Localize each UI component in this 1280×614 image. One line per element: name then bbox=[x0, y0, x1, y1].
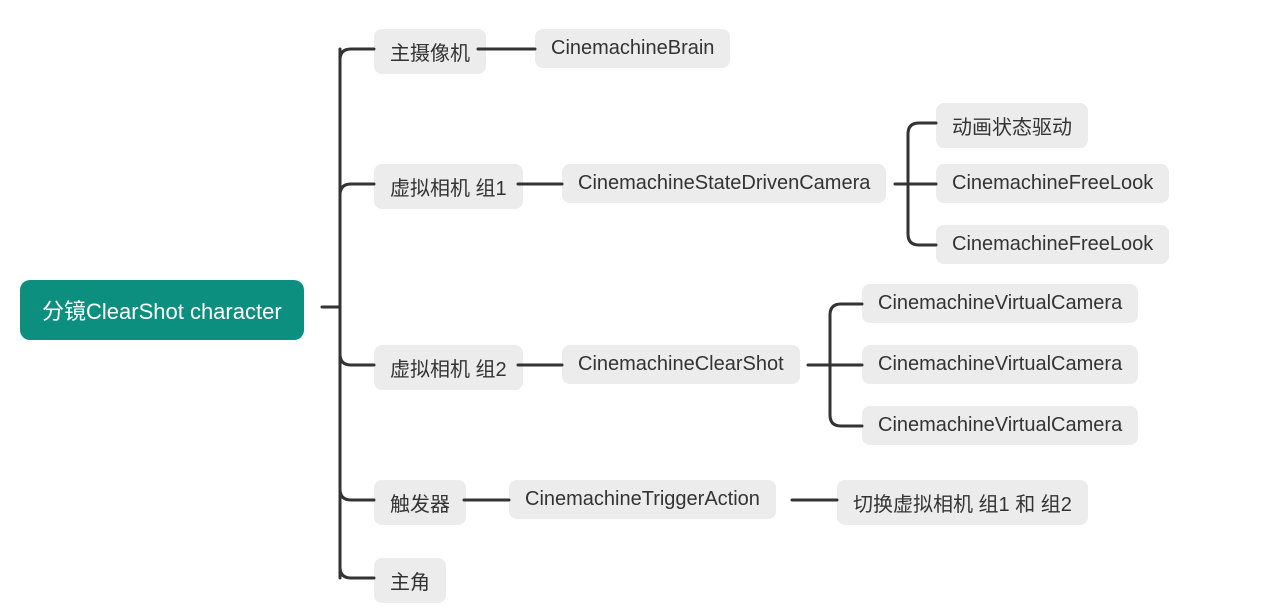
node-virtual-camera-1[interactable]: CinemachineVirtualCamera bbox=[862, 284, 1138, 323]
node-trigger-action[interactable]: CinemachineTriggerAction bbox=[509, 480, 776, 519]
node-cinemachine-brain[interactable]: CinemachineBrain bbox=[535, 29, 730, 68]
node-trigger[interactable]: 触发器 bbox=[374, 480, 466, 525]
node-freelook-1[interactable]: CinemachineFreeLook bbox=[936, 164, 1169, 203]
node-clearshot[interactable]: CinemachineClearShot bbox=[562, 345, 800, 384]
node-virtual-camera-3[interactable]: CinemachineVirtualCamera bbox=[862, 406, 1138, 445]
node-protagonist[interactable]: 主角 bbox=[374, 558, 446, 603]
node-virtual-group1[interactable]: 虚拟相机 组1 bbox=[374, 164, 523, 209]
node-state-driven-camera[interactable]: CinemachineStateDrivenCamera bbox=[562, 164, 886, 203]
root-node[interactable]: 分镜ClearShot character bbox=[20, 280, 304, 340]
node-virtual-camera-2[interactable]: CinemachineVirtualCamera bbox=[862, 345, 1138, 384]
node-main-camera[interactable]: 主摄像机 bbox=[374, 29, 486, 74]
node-anim-state[interactable]: 动画状态驱动 bbox=[936, 103, 1088, 148]
node-freelook-2[interactable]: CinemachineFreeLook bbox=[936, 225, 1169, 264]
node-virtual-group2[interactable]: 虚拟相机 组2 bbox=[374, 345, 523, 390]
node-switch-groups[interactable]: 切换虚拟相机 组1 和 组2 bbox=[837, 480, 1088, 525]
